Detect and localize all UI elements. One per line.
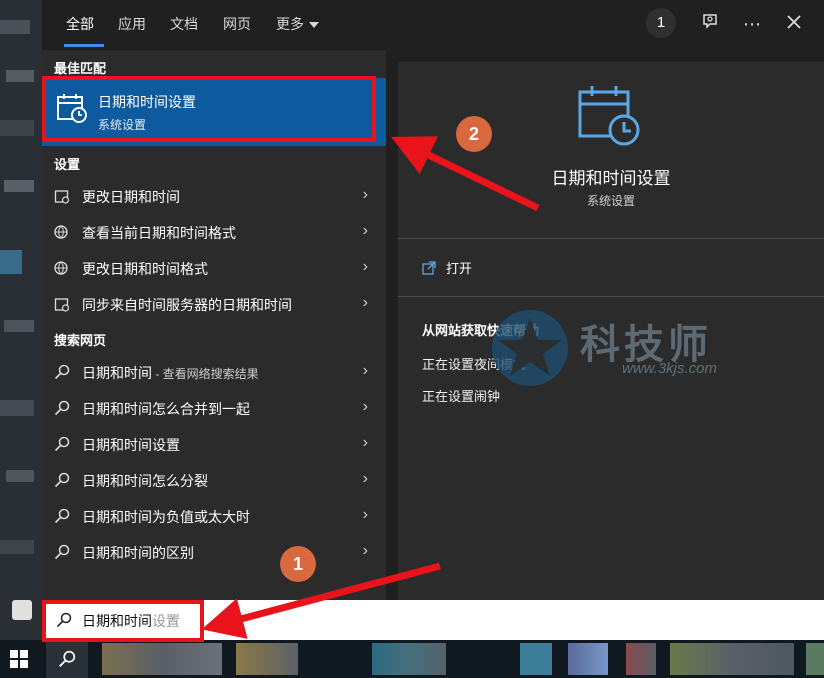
arrow-to-search [201, 562, 441, 639]
arrow-to-best-match [391, 136, 540, 212]
annotation-arrows [201, 136, 540, 639]
